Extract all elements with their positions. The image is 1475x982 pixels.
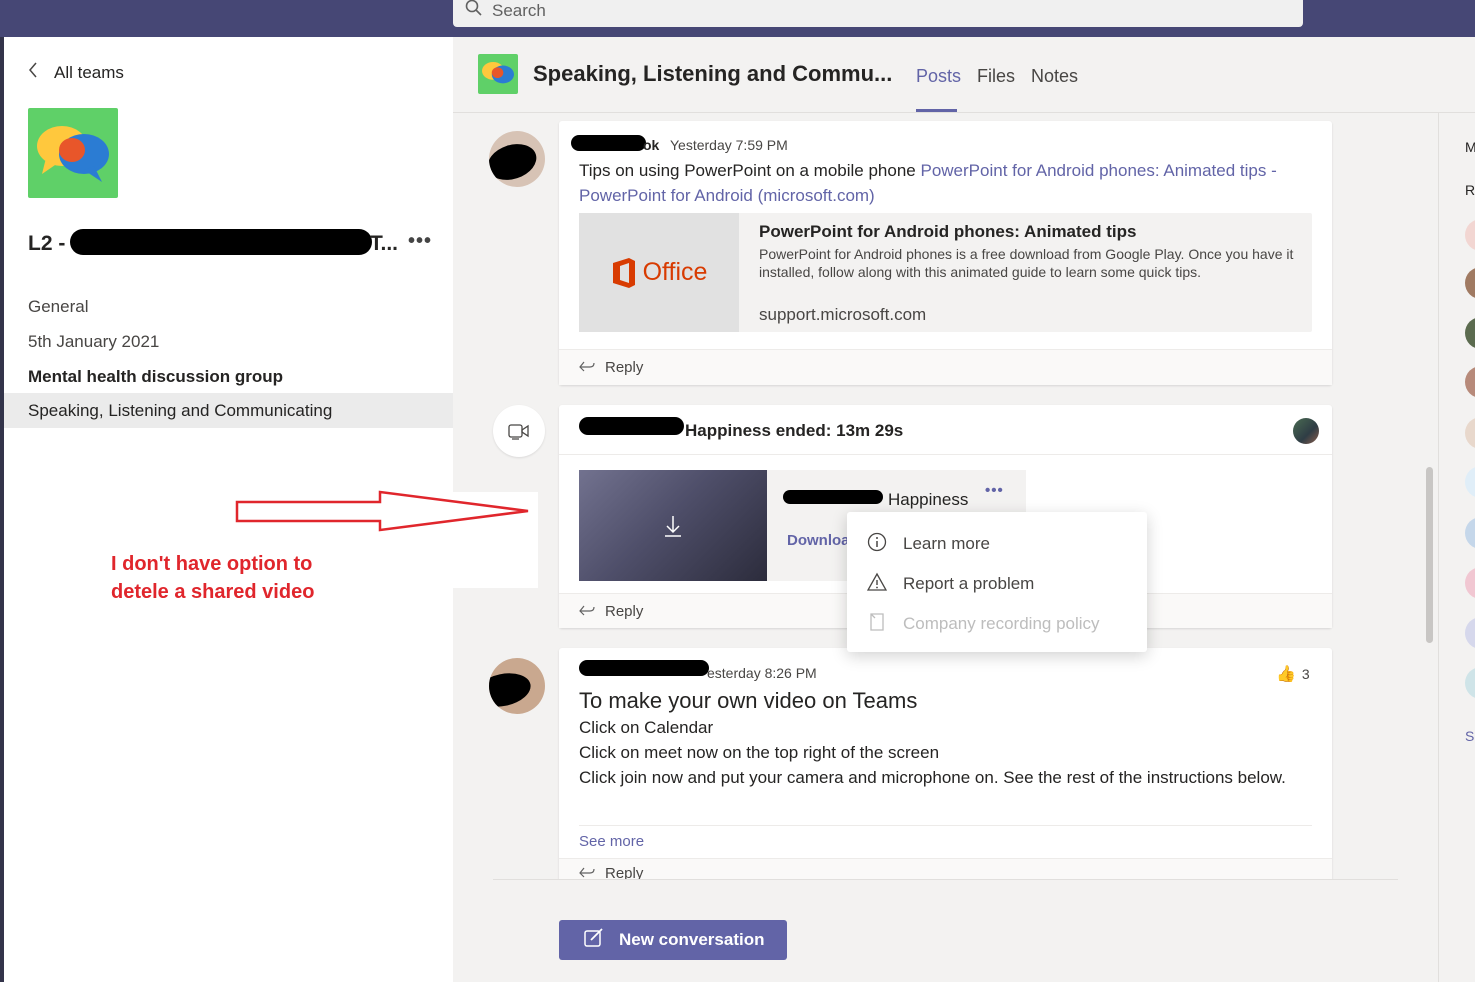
- office-icon: [612, 257, 635, 288]
- avatar[interactable]: [1465, 466, 1475, 498]
- avatar[interactable]: [1465, 517, 1475, 549]
- menu-item-report-problem[interactable]: Report a problem: [847, 564, 1147, 604]
- all-teams-link[interactable]: All teams: [28, 62, 124, 83]
- tab-notes[interactable]: Notes: [1031, 66, 1078, 87]
- post-line: Click on meet now on the top right of th…: [579, 743, 940, 762]
- avatar[interactable]: [1465, 267, 1475, 299]
- tab-posts[interactable]: Posts: [916, 66, 961, 87]
- tab-active-indicator: [916, 109, 957, 112]
- menu-item-learn-more[interactable]: Learn more: [847, 524, 1147, 564]
- office-logo-text: Office: [642, 258, 708, 286]
- avatar[interactable]: [1465, 667, 1475, 699]
- reaction-count: 3: [1301, 666, 1310, 682]
- video-camera-icon: [508, 424, 529, 440]
- channel-title: Speaking, Listening and Commu...: [533, 61, 893, 86]
- compose-icon: [583, 927, 619, 954]
- post-title: To make your own video on Teams: [579, 688, 918, 713]
- thumbs-up-icon: 👍: [1276, 666, 1296, 683]
- info-icon: [867, 532, 903, 557]
- channel-item-mental-health[interactable]: Mental health discussion group: [4, 359, 453, 394]
- download-icon: [665, 515, 681, 537]
- team-name-suffix: T...: [370, 232, 399, 255]
- download-link[interactable]: Downloa: [787, 532, 850, 549]
- link-preview-card[interactable]: Office PowerPoint for Android phones: An…: [579, 213, 1312, 332]
- avatar[interactable]: [1465, 317, 1475, 349]
- avatar[interactable]: [1465, 366, 1475, 398]
- reaction-like[interactable]: 👍 3: [1276, 664, 1310, 684]
- avatar[interactable]: [489, 131, 545, 187]
- reply-icon: [579, 359, 605, 376]
- divider: [579, 825, 1312, 826]
- new-conversation-button[interactable]: New conversation: [559, 920, 787, 960]
- channel-info-panel: M Re Se: [1438, 113, 1475, 982]
- annotation-line-1: I don't have option to: [111, 553, 313, 575]
- divider: [559, 454, 1332, 455]
- search-icon: [465, 0, 492, 22]
- panel-label-1: M: [1465, 139, 1475, 155]
- avatar[interactable]: [1465, 219, 1475, 251]
- chevron-left-icon: [28, 62, 54, 83]
- redaction-mark: [783, 490, 883, 504]
- avatar[interactable]: [1465, 567, 1475, 599]
- reply-button[interactable]: Reply: [559, 349, 1332, 385]
- channel-item-speaking-listening[interactable]: Speaking, Listening and Communicating: [4, 393, 453, 428]
- warning-icon: [866, 572, 903, 597]
- feed-scrollbar[interactable]: [1426, 467, 1433, 643]
- post-card: esterday 8:26 PM 👍 3 To make your own vi…: [559, 648, 1332, 879]
- divider: [493, 879, 1398, 880]
- channel-header: Speaking, Listening and Commu... Posts F…: [453, 37, 1475, 113]
- see-more-link[interactable]: See more: [579, 833, 644, 850]
- meeting-ended-title: Happiness ended: 13m 29s: [685, 421, 904, 440]
- annotation-text: I don't have option to detele a shared v…: [111, 550, 314, 606]
- redaction-mark: [571, 135, 646, 151]
- panel-label-2: Re: [1465, 182, 1475, 198]
- recording-more-options-button[interactable]: •••: [985, 482, 1004, 499]
- recording-thumbnail[interactable]: [579, 470, 767, 581]
- post-line: Click on Calendar: [579, 718, 714, 737]
- post-author: ok: [643, 137, 660, 153]
- search-input[interactable]: Search: [453, 0, 1303, 27]
- tab-files[interactable]: Files: [977, 66, 1015, 87]
- channel-item-5th-january-2021[interactable]: 5th January 2021: [4, 324, 453, 359]
- redaction-mark: [579, 417, 684, 435]
- reply-icon: [579, 603, 605, 620]
- preview-host: support.microsoft.com: [759, 305, 927, 324]
- recording-name: Happiness: [888, 490, 969, 509]
- team-logo: [28, 108, 118, 198]
- redaction-mark: [70, 229, 372, 255]
- annotation-line-2: detele a shared video: [111, 581, 315, 603]
- reply-icon: [579, 865, 605, 879]
- post-timestamp: esterday 8:26 PM: [707, 665, 817, 681]
- team-name: L2 -: [28, 232, 66, 255]
- redaction-mark: [579, 660, 709, 676]
- avatar[interactable]: [1465, 617, 1475, 649]
- channel-item-general[interactable]: General: [4, 289, 453, 324]
- channel-team-logo: [478, 54, 518, 94]
- panel-see-all-link[interactable]: Se: [1465, 728, 1475, 744]
- avatar[interactable]: [1465, 417, 1475, 449]
- menu-item-company-recording-policy: Company recording policy: [847, 604, 1147, 644]
- preview-title: PowerPoint for Android phones: Animated …: [759, 222, 1137, 241]
- post-card: ok Yesterday 7:59 PM Tips on using Power…: [559, 121, 1332, 385]
- post-timestamp: Yesterday 7:59 PM: [670, 137, 788, 153]
- post-body: Tips on using PowerPoint on a mobile pho…: [579, 161, 1277, 205]
- reply-button[interactable]: Reply: [559, 858, 1332, 879]
- team-more-options-button[interactable]: •••: [408, 230, 432, 253]
- participant-avatar[interactable]: [1293, 418, 1319, 444]
- document-icon: [867, 612, 903, 637]
- office-logo: Office: [579, 213, 739, 332]
- all-teams-label: All teams: [54, 62, 124, 82]
- search-placeholder: Search: [492, 0, 546, 20]
- preview-description: PowerPoint for Android phones is a free …: [759, 246, 1294, 280]
- post-body: Click on Calendar Click on meet now on t…: [579, 715, 1314, 790]
- avatar[interactable]: [489, 658, 545, 714]
- recording-context-menu: Learn more Report a problem Company reco…: [847, 512, 1147, 652]
- meeting-icon-avatar: [493, 405, 545, 457]
- post-line: Click join now and put your camera and m…: [579, 768, 1286, 787]
- conversation-feed[interactable]: ok Yesterday 7:59 PM Tips on using Power…: [453, 113, 1438, 879]
